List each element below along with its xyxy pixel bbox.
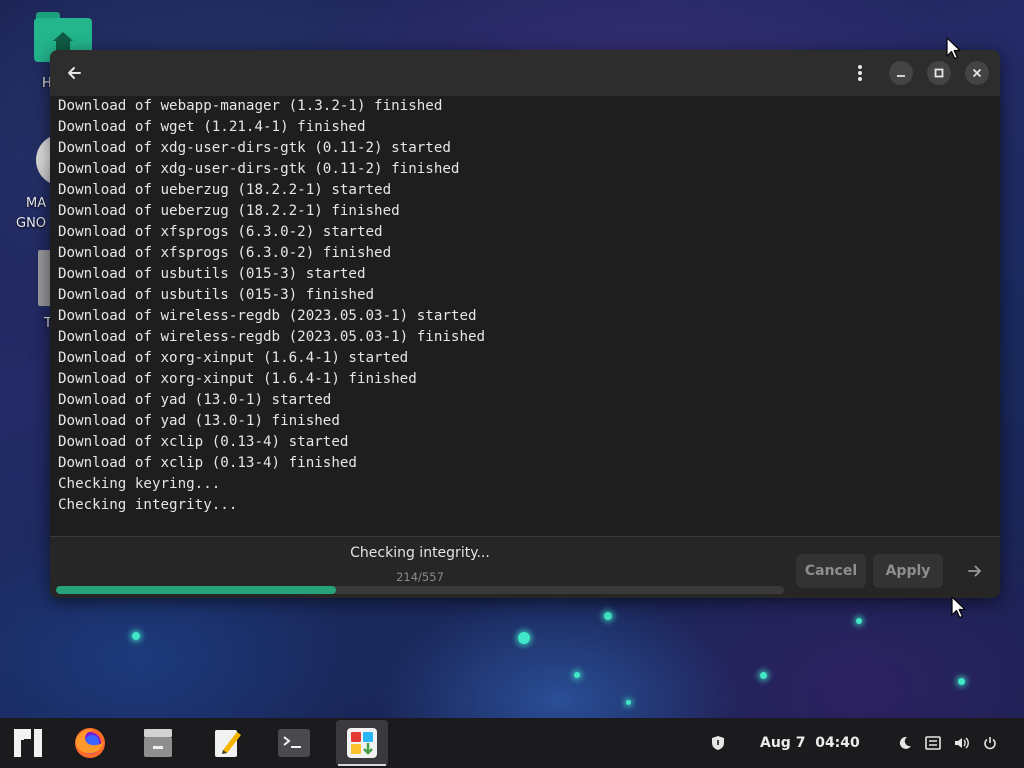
- arrow-left-icon: [68, 67, 81, 79]
- log-line: Checking integrity...: [58, 497, 238, 513]
- power-tray-button[interactable]: [978, 718, 1002, 768]
- files-button[interactable]: [132, 720, 184, 766]
- progress-bar: [56, 586, 784, 594]
- notepad-pencil-icon: [215, 730, 241, 757]
- maximize-icon: [934, 68, 944, 78]
- taskbar: Aug 7 04:40: [0, 718, 1024, 768]
- log-line: Download of usbutils (015-3) finished: [58, 287, 375, 303]
- clock[interactable]: Aug 7 04:40: [760, 718, 860, 768]
- cancel-button[interactable]: Cancel: [796, 554, 866, 588]
- progress-count: 214/557: [396, 570, 444, 584]
- terminal-button[interactable]: [268, 720, 320, 766]
- text-editor-button[interactable]: [202, 720, 254, 766]
- log-line: Download of ueberzug (18.2.2-1) finished: [58, 203, 400, 219]
- log-line: Download of ueberzug (18.2.2-1) started: [58, 182, 392, 198]
- transaction-footer: Checking integrity... 214/557 Cancel App…: [50, 537, 1000, 598]
- log-line: Download of wget (1.21.4-1) finished: [58, 119, 366, 135]
- kebab-menu-icon: [858, 65, 862, 81]
- active-indicator: [338, 764, 386, 766]
- header-bar: [50, 50, 1000, 96]
- next-button[interactable]: [960, 554, 990, 588]
- terminal-icon: [278, 729, 310, 757]
- clock-time: 04:40: [815, 735, 860, 751]
- minimize-button[interactable]: [889, 61, 913, 85]
- status-text: Checking integrity...: [350, 545, 490, 561]
- log-line: Download of yad (13.0-1) started: [58, 392, 332, 408]
- security-tray-button[interactable]: [706, 718, 730, 768]
- menu-button[interactable]: [848, 59, 872, 87]
- firefox-button[interactable]: [64, 720, 116, 766]
- network-tray-button[interactable]: [922, 718, 944, 768]
- transaction-log[interactable]: Download of webapp-manager (1.3.2-1) fin…: [50, 96, 1000, 536]
- log-line: Download of xorg-xinput (1.6.4-1) finish…: [58, 371, 417, 387]
- log-line: Download of xfsprogs (6.3.0-2) started: [58, 224, 383, 240]
- software-manager-button[interactable]: [336, 720, 388, 766]
- firefox-icon: [75, 728, 105, 758]
- apply-button[interactable]: Apply: [873, 554, 943, 588]
- manjaro-menu-button[interactable]: [2, 720, 54, 766]
- minimize-icon: [897, 75, 905, 77]
- night-mode-button[interactable]: [894, 718, 916, 768]
- power-icon: [984, 737, 996, 750]
- network-icon: [925, 736, 941, 750]
- log-line: Download of xorg-xinput (1.6.4-1) starte…: [58, 350, 409, 366]
- log-line: Download of xclip (0.13-4) finished: [58, 455, 357, 471]
- log-line: Download of xdg-user-dirs-gtk (0.11-2) s…: [58, 140, 451, 156]
- volume-icon: [955, 737, 969, 749]
- manjaro-gnome-label-2: GNO: [16, 216, 47, 231]
- log-line: Checking keyring...: [58, 476, 221, 492]
- manjaro-gnome-label: MA: [26, 196, 47, 211]
- shield-icon: [712, 736, 724, 750]
- arrow-right-icon: [968, 565, 981, 577]
- log-line: Download of yad (13.0-1) finished: [58, 413, 340, 429]
- log-line: Download of wireless-regdb (2023.05.03-1…: [58, 308, 477, 324]
- clock-date: Aug 7: [760, 735, 806, 751]
- log-line: Download of webapp-manager (1.3.2-1) fin…: [58, 98, 443, 114]
- file-cabinet-icon: [144, 729, 172, 757]
- maximize-button[interactable]: [927, 61, 951, 85]
- night-mode-icon: [899, 736, 911, 749]
- log-line: Download of wireless-regdb (2023.05.03-1…: [58, 329, 486, 345]
- manjaro-logo-icon: [14, 729, 42, 757]
- close-icon: [972, 68, 982, 78]
- log-line: Download of xfsprogs (6.3.0-2) finished: [58, 245, 392, 261]
- progress-fill: [56, 586, 336, 594]
- software-manager-icon: [347, 728, 377, 758]
- close-button[interactable]: [965, 61, 989, 85]
- package-manager-window: Download of webapp-manager (1.3.2-1) fin…: [50, 50, 1000, 598]
- log-line: Download of xdg-user-dirs-gtk (0.11-2) f…: [58, 161, 460, 177]
- volume-tray-button[interactable]: [950, 718, 974, 768]
- back-button[interactable]: [60, 59, 88, 87]
- log-line: Download of xclip (0.13-4) started: [58, 434, 349, 450]
- log-line: Download of usbutils (015-3) started: [58, 266, 366, 282]
